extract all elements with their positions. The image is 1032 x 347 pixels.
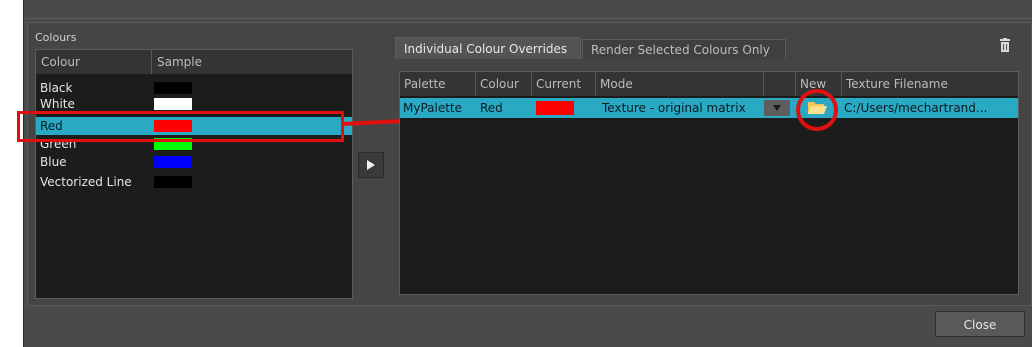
colour-column-header[interactable]: Colour: [476, 72, 532, 96]
texture-filename-cell: C:/Users/mechartrand...: [844, 101, 988, 115]
selection-highlight-box: [17, 111, 344, 142]
colour-swatch-vectorized-line: [154, 176, 192, 188]
colour-row-black[interactable]: Black: [36, 80, 352, 96]
colour-name: White: [40, 97, 75, 111]
overrides-table[interactable]: Palette Colour Current Mode New Texture …: [399, 71, 1019, 295]
palette-cell: MyPalette: [403, 101, 463, 115]
colour-swatch-white: [154, 98, 192, 110]
colour-swatch-blue: [154, 156, 192, 168]
trash-icon[interactable]: [999, 38, 1011, 52]
play-right-icon: [367, 160, 375, 170]
texture-filename-column-header[interactable]: Texture Filename: [842, 72, 1018, 96]
colours-list[interactable]: Colour Sample Black White Red Green Blue…: [35, 49, 353, 299]
colour-cell: Red: [480, 101, 503, 115]
colour-column-header[interactable]: Colour: [36, 50, 151, 74]
current-column-header[interactable]: Current: [532, 72, 596, 96]
dialog-top-divider: [24, 18, 1032, 19]
colour-row-blue[interactable]: Blue: [36, 154, 352, 170]
tab-individual-colour-overrides[interactable]: Individual Colour Overrides: [395, 37, 581, 59]
table-row[interactable]: MyPalette Red Texture - original matrix …: [400, 98, 1018, 118]
palette-column-header[interactable]: Palette: [400, 72, 476, 96]
add-override-button[interactable]: [358, 152, 384, 178]
close-button[interactable]: Close: [935, 311, 1025, 337]
mode-dropdown-button[interactable]: [764, 100, 790, 116]
colour-name: Black: [40, 81, 73, 95]
colour-swatch-black: [154, 82, 192, 94]
colour-name: Blue: [40, 155, 67, 169]
colours-group-title: Colours: [35, 31, 77, 44]
mode-column-header[interactable]: Mode: [596, 72, 764, 96]
annotation-circle: [796, 89, 838, 131]
sample-column-header[interactable]: Sample: [152, 50, 352, 74]
colour-row-vectorized-line[interactable]: Vectorized Line: [36, 174, 352, 190]
colour-name: Vectorized Line: [40, 175, 132, 189]
mode-dropdown-column-header[interactable]: [764, 72, 796, 96]
chevron-down-icon: [773, 105, 781, 111]
mode-cell[interactable]: Texture - original matrix: [602, 98, 762, 118]
tab-render-selected-colours-only[interactable]: Render Selected Colours Only: [582, 39, 786, 59]
current-colour-swatch: [536, 101, 574, 115]
colour-row-white[interactable]: White: [36, 96, 352, 112]
